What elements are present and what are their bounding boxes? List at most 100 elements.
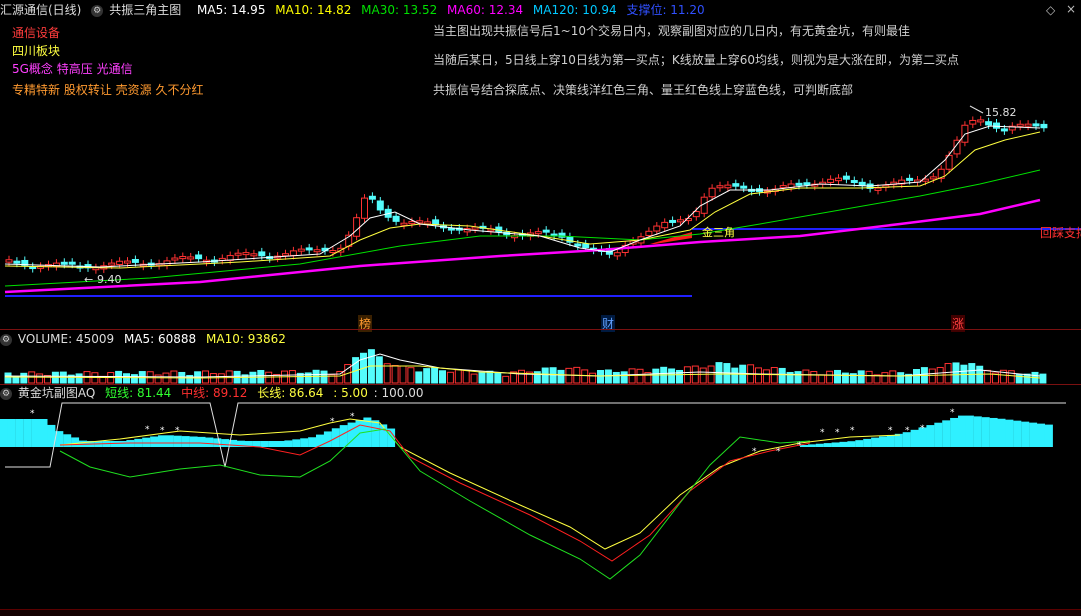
- volume-bar: [897, 372, 905, 384]
- volume-bar: [762, 369, 770, 384]
- volume-bar: [636, 368, 644, 384]
- volume-bar: [944, 363, 952, 384]
- volume-bar: [652, 368, 660, 384]
- signal-star: *: [145, 425, 150, 435]
- volume-bar: [928, 368, 936, 384]
- candle-body: [669, 219, 677, 223]
- pit-bar: [958, 415, 966, 447]
- golden-pit-chart[interactable]: * * * * * * * * * * * * * * * *: [0, 385, 1081, 610]
- pit-bar: [158, 435, 166, 447]
- pit-bar: [221, 439, 230, 447]
- candle-body: [195, 254, 203, 260]
- volume-bar: [984, 369, 992, 384]
- volume-bar: [123, 373, 130, 384]
- candle-body: [574, 243, 582, 247]
- volume-bar: [889, 370, 897, 384]
- candle-body: [368, 195, 376, 200]
- candle-body: [534, 231, 542, 235]
- volume-chart[interactable]: [0, 330, 1081, 384]
- pit-bar: [1037, 423, 1045, 447]
- candle-body: [740, 185, 748, 189]
- volume-bar: [810, 371, 818, 384]
- candle-body: [677, 219, 684, 223]
- volume-bar: [12, 376, 20, 384]
- volume-bar: [4, 372, 12, 384]
- volume-bar: [581, 369, 589, 384]
- candle-body: [827, 178, 835, 183]
- candle-body: [929, 176, 937, 180]
- volume-bar: [415, 371, 423, 384]
- candle-body: [779, 185, 787, 189]
- pit-bar: [23, 419, 32, 447]
- signal-star: *: [752, 447, 757, 457]
- candle-body: [392, 215, 400, 222]
- candle-body: [171, 257, 179, 261]
- candle-body: [234, 252, 242, 256]
- signal-star: *: [330, 417, 335, 427]
- pit-bar: [973, 416, 982, 447]
- volume-bar: [423, 368, 431, 384]
- signal-star: *: [835, 428, 840, 438]
- pit-bar: [981, 417, 990, 447]
- volume-bar: [794, 371, 802, 384]
- pit-bar: [989, 417, 998, 447]
- golden-pit-bars: [0, 415, 1053, 447]
- pit-bar: [965, 415, 974, 447]
- signal-star: *: [820, 428, 825, 438]
- volume-bar: [699, 367, 707, 384]
- volume-bar: [462, 369, 470, 384]
- volume-bar: [399, 365, 407, 384]
- candle-body: [400, 222, 408, 226]
- volume-bar: [454, 369, 462, 384]
- pit-bar: [886, 435, 895, 447]
- volume-bar: [130, 374, 138, 384]
- signal-star: *: [160, 426, 165, 436]
- high-price-label: 15.82: [985, 106, 1017, 119]
- pit-bar: [181, 436, 190, 447]
- candle-body: [289, 250, 297, 256]
- pit-bar: [39, 419, 48, 447]
- volume-bar: [478, 372, 486, 384]
- ma10-line: [4, 131, 1041, 269]
- volume-bar: [826, 370, 834, 384]
- candle-body: [60, 261, 68, 265]
- candle-body: [282, 253, 289, 257]
- volume-bar: [431, 367, 439, 384]
- pit-bar: [15, 419, 24, 447]
- volume-bar: [557, 369, 565, 384]
- candle-body: [1040, 123, 1048, 129]
- volume-bar: [383, 363, 391, 384]
- ma5-line: [4, 125, 1041, 268]
- candle-body: [329, 250, 337, 254]
- candle-body: [131, 258, 139, 263]
- volume-bar: [834, 369, 841, 384]
- pit-bar: [189, 436, 198, 447]
- candle-body: [242, 252, 250, 256]
- candle-body: [68, 261, 76, 265]
- candle-body: [1000, 128, 1008, 132]
- price-chart[interactable]: 15.82 9.40 ← 金三角 回踩支撑: [0, 0, 1081, 330]
- volume-bar: [881, 372, 889, 384]
- pit-bar: [284, 440, 293, 447]
- volume-bar: [391, 365, 399, 384]
- pit-bar: [371, 420, 380, 447]
- candle-body: [716, 185, 724, 189]
- pit-bar: [31, 419, 40, 447]
- volume-bar: [407, 367, 415, 384]
- candle-body: [795, 182, 803, 186]
- volume-bar: [913, 368, 920, 384]
- volume-bar: [841, 372, 849, 384]
- signal-star: *: [850, 426, 855, 436]
- signal-star: *: [350, 412, 355, 422]
- pit-bar: [7, 419, 16, 447]
- candle-body: [13, 260, 21, 264]
- volume-bar: [668, 368, 676, 384]
- pit-bar: [0, 419, 8, 447]
- pit-bar: [839, 441, 848, 447]
- volume-bar: [865, 370, 873, 384]
- candle-body: [376, 200, 384, 211]
- pit-bar: [855, 440, 864, 447]
- candle-body: [645, 230, 653, 236]
- volume-bar: [1023, 373, 1031, 384]
- volume-bar: [589, 372, 597, 384]
